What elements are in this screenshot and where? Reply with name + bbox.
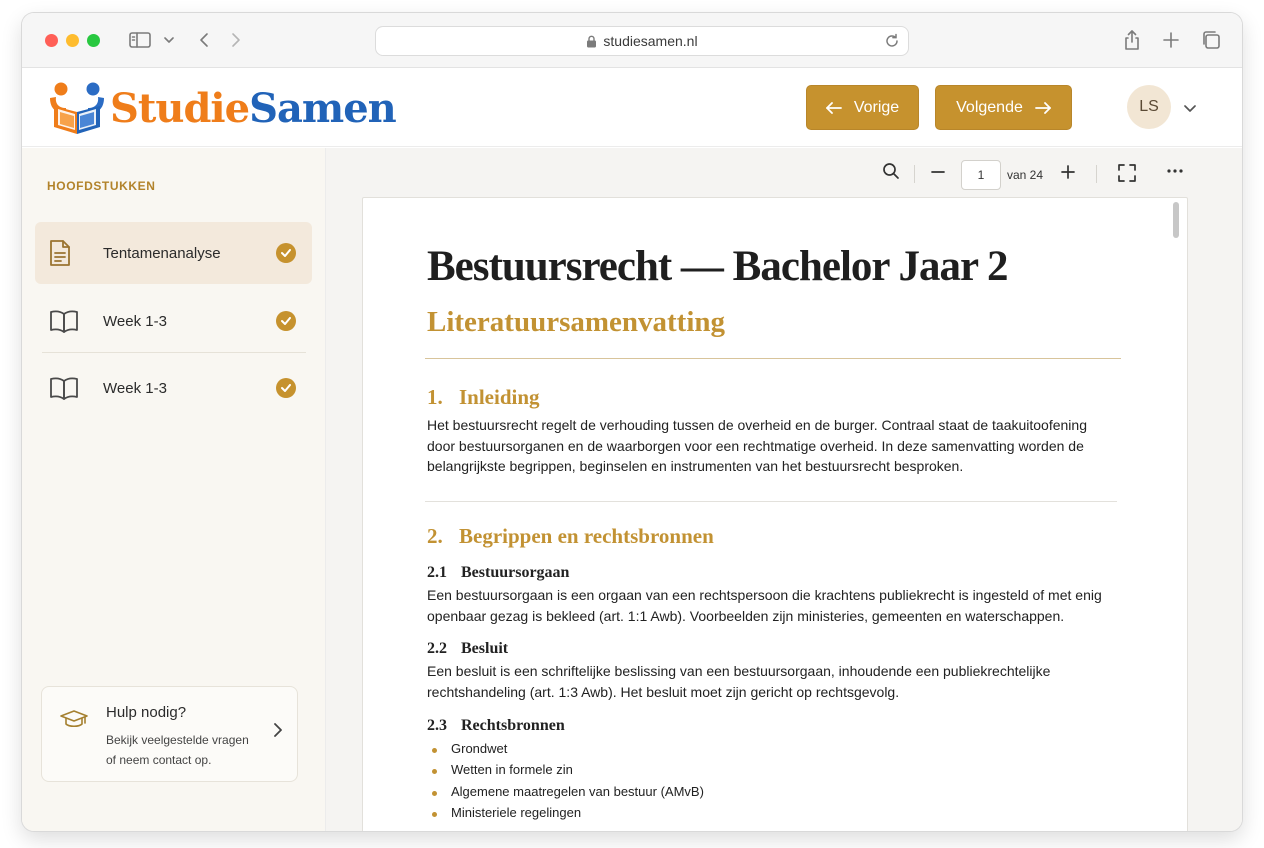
zoom-out-icon[interactable] <box>931 165 945 179</box>
document-subtitle: Literatuursamenvatting <box>427 306 726 338</box>
tab-overview-icon[interactable] <box>1200 28 1222 52</box>
subsection-text-bestuursorgaan: Een bestuursorgaan is een orgaan van een… <box>427 587 1102 624</box>
lock-icon <box>586 35 597 48</box>
document-viewer: 1 van 24 Bestuursrecht — Bachelor Jaar 2… <box>326 148 1242 831</box>
graduation-cap-icon <box>60 709 88 734</box>
reload-icon[interactable] <box>884 33 900 52</box>
help-text: Bekijk veelgestelde vragen of neem conta… <box>106 733 249 767</box>
check-icon <box>276 311 296 331</box>
new-tab-icon[interactable] <box>1161 28 1181 52</box>
sidebar-item-week-1-3[interactable]: Week 1-3 <box>35 357 312 419</box>
arrow-right-icon <box>1034 101 1051 114</box>
maximize-window-button[interactable] <box>87 34 100 47</box>
document-page[interactable]: Bestuursrecht — Bachelor Jaar 2 Literatu… <box>362 197 1188 831</box>
scrollbar[interactable] <box>1173 202 1179 238</box>
section-divider <box>425 501 1117 502</box>
search-icon[interactable] <box>882 162 900 180</box>
help-card[interactable]: Hulp nodig? Bekijk veelgestelde vragen o… <box>41 686 298 782</box>
rechtsbronnen-list: Grondwet Wetten in formele zin Algemene … <box>427 741 704 826</box>
sidebar-item-label: Tentamenanalyse <box>103 244 221 262</box>
url-text: studiesamen.nl <box>603 33 698 49</box>
list-item: Grondwet <box>427 741 704 762</box>
chevron-down-icon[interactable] <box>162 28 176 52</box>
previous-button-label: Vorige <box>853 98 900 116</box>
page-count: van 24 <box>1007 168 1044 182</box>
toolbar-divider <box>914 165 915 183</box>
site-header: StudieSamen Vorige Volgende LS <box>22 68 1242 147</box>
book-icon <box>49 376 91 400</box>
chapters-sidebar: HOOFDSTUKKEN Tentamenanalyse Week 1-3 We… <box>22 148 326 831</box>
chevron-right-icon <box>274 723 282 742</box>
close-window-button[interactable] <box>45 34 58 47</box>
check-icon <box>276 243 296 263</box>
minimize-window-button[interactable] <box>66 34 79 47</box>
book-icon <box>49 309 91 333</box>
logo-icon <box>50 82 104 134</box>
section-heading-begrippen: 2. Begrippen en rechtsbronnen <box>427 524 714 548</box>
list-item: Wetten in formele zin <box>427 762 704 783</box>
browser-window: studiesamen.nl StudieSamen Vorige Volgen… <box>22 13 1242 831</box>
sidebar-item-label: Week 1-3 <box>103 312 167 330</box>
section-heading-inleiding: 1. Inleiding <box>427 385 540 409</box>
sidebar-item-label: Week 1-3 <box>103 379 167 397</box>
viewer-toolbar: 1 van 24 <box>326 148 1242 198</box>
list-item: Ministeriele regelingen <box>427 805 704 826</box>
sidebar-heading: HOOFDSTUKKEN <box>47 179 156 193</box>
share-icon[interactable] <box>1122 28 1142 52</box>
browser-toolbar: studiesamen.nl <box>22 13 1242 68</box>
avatar[interactable]: LS <box>1127 85 1171 129</box>
sidebar-divider <box>42 352 306 353</box>
more-options-icon[interactable] <box>1166 168 1184 174</box>
document-icon <box>49 239 91 267</box>
subsection-heading-bestuursorgaan: 2.1 Bestuursorgaan <box>427 564 570 581</box>
list-item: Algemene maatregelen van bestuur (AMvB) <box>427 784 704 805</box>
sidebar-item-week-1-3[interactable]: Week 1-3 <box>35 290 312 352</box>
logo[interactable]: StudieSamen <box>46 80 397 136</box>
check-icon <box>276 378 296 398</box>
sidebar-toggle-icon[interactable] <box>128 28 152 52</box>
fullscreen-icon[interactable] <box>1118 164 1136 182</box>
title-divider <box>425 358 1121 359</box>
next-button-label: Volgende <box>956 98 1023 116</box>
page-number-input[interactable]: 1 <box>961 160 1001 190</box>
section-text-inleiding: Het bestuursrecht regelt de verhouding t… <box>427 417 1087 474</box>
toolbar-divider <box>1096 165 1097 183</box>
back-arrow-icon[interactable] <box>196 28 212 52</box>
document-title: Bestuursrecht — Bachelor Jaar 2 <box>427 243 1009 290</box>
help-title: Hulp nodig? <box>106 704 187 721</box>
previous-button[interactable]: Vorige <box>806 85 919 130</box>
logo-text: StudieSamen <box>110 84 397 132</box>
zoom-in-icon[interactable] <box>1061 165 1075 179</box>
arrow-left-icon <box>825 101 842 114</box>
subsection-text-besluit: Een besluit is een schriftelijke besliss… <box>427 663 1051 700</box>
forward-arrow-icon[interactable] <box>228 28 244 52</box>
next-button[interactable]: Volgende <box>935 85 1072 130</box>
subsection-heading-besluit: 2.2 Besluit <box>427 640 509 657</box>
sidebar-item-tentamenanalyse[interactable]: Tentamenanalyse <box>35 222 312 284</box>
subsection-heading-rechtsbronnen: 2.3 Rechtsbronnen <box>427 717 565 734</box>
address-bar[interactable]: studiesamen.nl <box>375 26 909 56</box>
account-chevron-down-icon[interactable] <box>1184 100 1196 118</box>
